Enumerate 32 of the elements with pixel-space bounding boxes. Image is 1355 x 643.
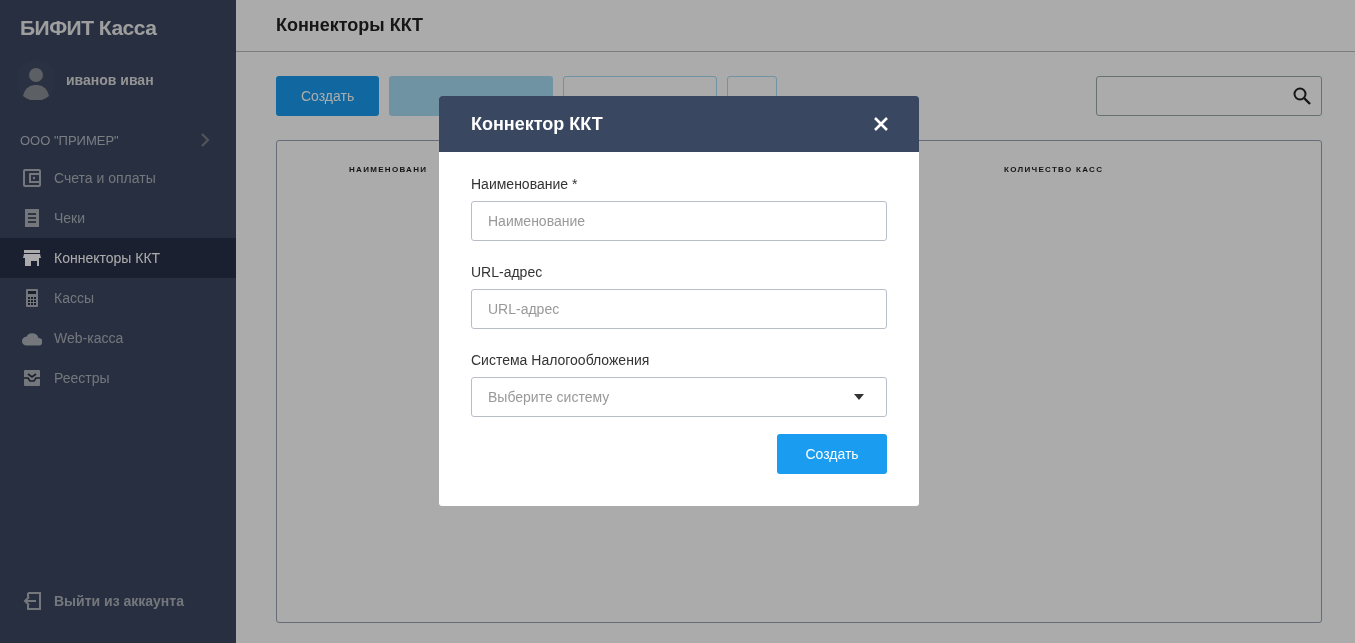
sidebar-item[interactable]: Кассы	[0, 278, 236, 318]
chevron-right-icon	[200, 133, 210, 147]
input-field[interactable]: URL-адрес	[471, 289, 887, 329]
sidebar-item[interactable]: Реестры	[0, 358, 236, 398]
field-label: Наименование *	[471, 176, 579, 192]
submit-button[interactable]: Создать	[777, 434, 887, 474]
sidebar-item[interactable]: Коннекторы ККТ	[0, 238, 236, 278]
sidebar-item[interactable]: Чеки	[0, 198, 236, 238]
wallet-icon	[22, 168, 42, 188]
receipt-icon	[22, 208, 42, 228]
dialog-title: Коннектор ККТ	[471, 113, 603, 135]
store-icon	[22, 248, 42, 268]
logout-icon	[22, 591, 42, 611]
sidebar-item[interactable]: Счета и оплаты	[0, 158, 236, 198]
logout-link[interactable]: Выйти из аккаунта	[0, 581, 236, 621]
search-icon	[1293, 87, 1311, 105]
column-header: НАИМЕНОВАНИ	[348, 165, 429, 174]
tray-icon	[22, 368, 42, 388]
sidebar-item[interactable]: Web-касса	[0, 318, 236, 358]
caret-icon	[854, 394, 864, 400]
app-title: БИФИТ Касса	[19, 15, 158, 40]
column-header: КОЛИЧЕСТВО КАСС	[1003, 165, 1105, 174]
field-label: Система Налогообложения	[471, 352, 651, 368]
input-field[interactable]: Наименование	[471, 201, 887, 241]
organization-selector[interactable]: ООО "ПРИМЕР"	[0, 122, 236, 158]
create-button[interactable]: Создать	[276, 76, 380, 116]
field-label: URL-адрес	[471, 264, 544, 280]
page-title: Коннекторы ККТ	[276, 15, 424, 36]
close-icon	[873, 116, 889, 132]
user-name: иванов иван	[66, 72, 154, 88]
tax-system-dropdown[interactable]: Выберите систему	[471, 377, 887, 417]
search-field[interactable]	[1096, 76, 1322, 116]
